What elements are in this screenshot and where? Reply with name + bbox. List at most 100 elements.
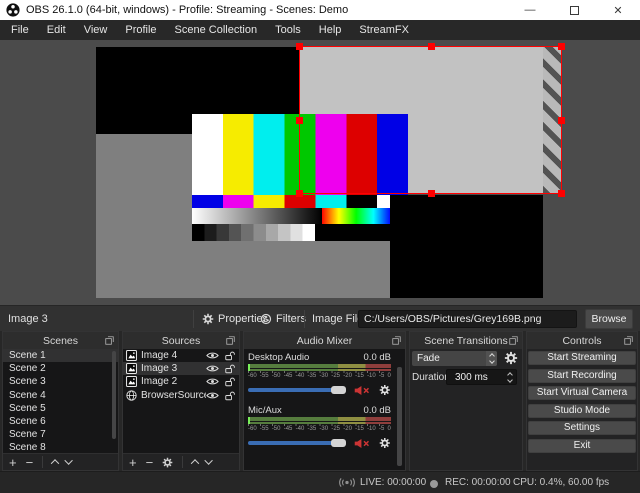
controls-header[interactable]: Controls — [527, 332, 637, 349]
move-source-up-button[interactable] — [190, 459, 200, 468]
scene-transitions-header[interactable]: Scene Transitions — [410, 332, 522, 349]
scene-item[interactable]: Scene 4 — [3, 389, 118, 402]
transition-value: Fade — [417, 353, 440, 364]
image-file-input[interactable] — [358, 310, 577, 328]
sources-header[interactable]: Sources — [123, 332, 239, 349]
control-button[interactable]: Start Streaming — [528, 351, 636, 365]
meter-tick-label: -60 — [248, 426, 257, 432]
properties-button[interactable]: Properties — [202, 306, 268, 332]
menu-item[interactable]: Help — [310, 20, 351, 40]
meter-tick-label: -30 — [319, 426, 329, 432]
remove-source-button[interactable]: − — [146, 455, 154, 470]
broadcast-icon — [338, 477, 356, 488]
visibility-eye-icon[interactable] — [206, 351, 219, 360]
audio-mixer-panel: Audio Mixer Desktop Audio 0.0 dB -60-55 … — [243, 331, 406, 471]
menu-item[interactable]: StreamFX — [350, 20, 418, 40]
volume-meter — [248, 364, 391, 371]
popout-icon[interactable] — [392, 336, 401, 345]
scenes-header[interactable]: Scenes — [3, 332, 118, 349]
menu-item[interactable]: Scene Collection — [166, 20, 267, 40]
control-button[interactable]: Exit — [528, 438, 636, 453]
meter-peak-indicator — [248, 417, 250, 424]
scene-item[interactable]: Scene 3 — [3, 375, 118, 388]
scenes-panel: Scenes Scene 1 Scene 2 Scene 3 Scene 4 Scene… — [2, 331, 119, 471]
duration-spinbox[interactable]: 300 ms — [446, 369, 517, 385]
transition-select-arrows[interactable] — [486, 351, 497, 366]
remove-scene-button[interactable]: − — [26, 455, 34, 470]
cpu-fps-status: CPU: 0.4%, 60.00 fps — [513, 477, 610, 488]
minimize-button[interactable]: — — [508, 0, 552, 20]
gear-icon — [202, 313, 214, 325]
add-scene-button[interactable]: + — [9, 455, 17, 470]
mute-speaker-icon[interactable] — [354, 385, 370, 396]
mute-speaker-icon[interactable] — [354, 438, 370, 449]
unlock-icon[interactable] — [225, 350, 235, 361]
source-toolbar: Image 3 Properties Filters Image File Br… — [0, 305, 640, 331]
unlock-icon[interactable] — [225, 390, 235, 401]
channel-gear-icon[interactable] — [379, 437, 391, 449]
preview-canvas[interactable] — [0, 40, 640, 305]
source-rect-black-bottomright[interactable] — [390, 195, 543, 298]
browse-button[interactable]: Browse — [585, 309, 633, 329]
unlock-icon[interactable] — [225, 376, 235, 387]
close-button[interactable]: ✕ — [596, 0, 640, 20]
menu-item[interactable]: View — [75, 20, 117, 40]
visibility-eye-icon[interactable] — [206, 364, 219, 373]
source-item[interactable]: Image 2 — [123, 375, 239, 388]
move-source-down-button[interactable] — [204, 456, 214, 465]
scene-item[interactable]: Scene 7 — [3, 428, 118, 441]
test-pattern-source[interactable] — [192, 114, 408, 241]
scene-item[interactable]: Scene 2 — [3, 362, 118, 375]
control-button[interactable]: Studio Mode — [528, 403, 636, 418]
selected-source-label: Image 3 — [8, 313, 48, 325]
move-scene-down-button[interactable] — [64, 456, 74, 465]
scene-item[interactable]: Scene 6 — [3, 415, 118, 428]
menu-item[interactable]: Profile — [116, 20, 165, 40]
source-properties-gear-icon[interactable] — [162, 457, 173, 468]
meter-tick-label: -55 — [259, 426, 269, 432]
meter-tick-label: -45 — [283, 373, 293, 379]
image-file-label: Image File — [312, 313, 364, 325]
menu-item[interactable]: Tools — [266, 20, 310, 40]
popout-icon[interactable] — [624, 336, 633, 345]
popout-icon[interactable] — [226, 336, 235, 345]
duration-spinner-arrows[interactable] — [504, 371, 516, 383]
meter-tick-label: -30 — [319, 373, 329, 379]
scene-item[interactable]: Scene 5 — [3, 402, 118, 415]
meter-tick-label: -20 — [343, 426, 352, 432]
visibility-eye-icon[interactable] — [206, 391, 219, 400]
chevron-down-icon — [507, 376, 513, 383]
volume-slider[interactable] — [248, 386, 347, 394]
scenes-scrollbar[interactable] — [112, 351, 116, 439]
volume-slider-handle[interactable] — [331, 386, 347, 394]
meter-tick-label: -20 — [343, 373, 352, 379]
move-scene-up-button[interactable] — [50, 459, 60, 468]
scenes-title: Scenes — [42, 334, 79, 347]
control-button[interactable]: Start Recording — [528, 368, 636, 383]
scene-transitions-body: Fade Duration 300 ms — [410, 349, 522, 470]
channel-gear-icon[interactable] — [379, 384, 391, 396]
maximize-button[interactable] — [552, 0, 596, 20]
unlock-icon[interactable] — [225, 363, 235, 374]
add-source-button[interactable]: + — [129, 455, 137, 470]
transition-gear-icon[interactable] — [504, 351, 518, 365]
volume-slider-handle[interactable] — [331, 439, 347, 447]
audio-mixer-body: Desktop Audio 0.0 dB -60 -55 -50 -45 -40 -35-… — [244, 349, 405, 470]
menu-item[interactable]: File — [2, 20, 38, 40]
control-button[interactable]: Start Virtual Camera — [528, 386, 636, 400]
control-button[interactable]: Settings — [528, 421, 636, 435]
filters-button[interactable]: Filters — [260, 306, 306, 332]
menu-item[interactable]: Edit — [38, 20, 75, 40]
grayscale-gradient — [192, 208, 322, 224]
audio-mixer-header[interactable]: Audio Mixer — [244, 332, 405, 349]
mixer-scrollbar[interactable] — [397, 367, 402, 466]
transition-select[interactable]: Fade — [412, 351, 497, 366]
source-item[interactable]: BrowserSource — [123, 389, 239, 402]
visibility-eye-icon[interactable] — [206, 377, 219, 386]
scene-item[interactable]: Scene 1 — [3, 349, 118, 363]
popout-icon[interactable] — [105, 336, 114, 345]
source-item[interactable]: Image 3 — [123, 362, 239, 376]
source-item[interactable]: Image 4 — [123, 349, 239, 362]
volume-slider[interactable] — [248, 439, 347, 447]
popout-icon[interactable] — [509, 336, 518, 345]
